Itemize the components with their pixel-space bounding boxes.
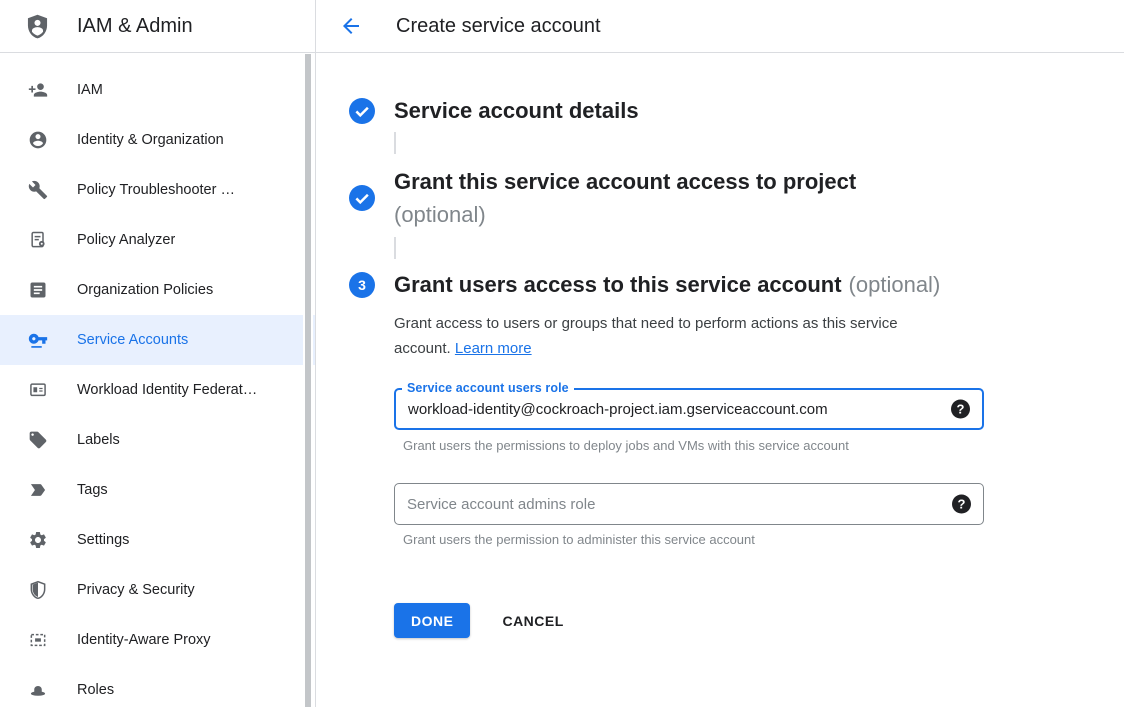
hat-icon [28,680,48,700]
step-description: Grant access to users or groups that nee… [394,311,951,361]
shield-icon [28,580,48,600]
sidebar-item-organization-policies[interactable]: Organization Policies [0,265,315,315]
iam-admin-shield-icon [24,13,51,40]
sidebar-item-policy-analyzer[interactable]: Policy Analyzer [0,215,315,265]
help-icon[interactable]: ? [952,495,971,514]
sidebar-nav: IAM Identity & Organization Policy Troub… [0,53,315,707]
page-header: Create service account [316,0,1124,53]
create-service-account-form: Service account details Grant this servi… [316,53,1124,638]
step-grant-users-access: 3 Grant users access to this service acc… [349,272,1124,638]
tag-arrow-icon [28,480,48,500]
sidebar-item-label: Policy Analyzer [77,232,175,248]
sidebar: IAM & Admin IAM Identity & Organization … [0,0,316,707]
wrench-icon [28,180,48,200]
sidebar-item-privacy-security[interactable]: Privacy & Security [0,565,315,615]
sidebar-scrollbar[interactable] [303,54,313,707]
sidebar-item-label: Workload Identity Federat… [77,382,257,398]
step-title: Service account details [394,98,1034,124]
sidebar-item-label: Privacy & Security [77,582,195,598]
service-account-key-icon [28,330,48,350]
sidebar-item-label: Labels [77,432,120,448]
step-number-badge: 3 [349,272,375,298]
sidebar-item-identity-organization[interactable]: Identity & Organization [0,115,315,165]
sidebar-item-label: Organization Policies [77,282,213,298]
sidebar-item-label: Identity-Aware Proxy [77,632,211,648]
back-button[interactable] [339,14,363,38]
person-add-icon [28,80,48,100]
main-panel: Create service account Service account d… [316,0,1124,707]
step-title: Grant users access to this service accou… [394,272,1034,298]
label-tag-icon [28,430,48,450]
sidebar-item-workload-identity-federation[interactable]: Workload Identity Federat… [0,365,315,415]
sidebar-item-labels[interactable]: Labels [0,415,315,465]
sidebar-item-policy-troubleshooter[interactable]: Policy Troubleshooter … [0,165,315,215]
sidebar-item-label: Roles [77,682,114,698]
users-role-label: Service account users role [402,381,574,395]
help-icon[interactable]: ? [951,400,970,419]
sidebar-item-label: Identity & Organization [77,132,224,148]
sidebar-item-label: Policy Troubleshooter … [77,182,235,198]
badge-card-icon [28,380,48,400]
done-button[interactable]: DONE [394,603,470,638]
cancel-button[interactable]: CANCEL [502,613,563,629]
users-role-input[interactable] [396,390,927,428]
sidebar-item-settings[interactable]: Settings [0,515,315,565]
step-title: Grant this service account access to pro… [394,165,1034,231]
sidebar-item-identity-aware-proxy[interactable]: Identity-Aware Proxy [0,615,315,665]
learn-more-link[interactable]: Learn more [455,340,532,357]
sidebar-item-label: IAM [77,82,103,98]
sidebar-item-roles[interactable]: Roles [0,665,315,707]
sidebar-item-tags[interactable]: Tags [0,465,315,515]
account-circle-icon [28,130,48,150]
sidebar-item-iam[interactable]: IAM [0,65,315,115]
users-role-input-box: Service account users role ? [394,388,984,430]
product-title: IAM & Admin [77,15,193,38]
sidebar-item-service-accounts[interactable]: Service Accounts [0,315,315,365]
iam-admin-console: IAM & Admin IAM Identity & Organization … [0,0,1124,707]
step-optional-label: (optional) [849,272,941,297]
page-title: Create service account [396,15,601,38]
proxy-icon [28,630,48,650]
gear-icon [28,530,48,550]
step-complete-check-icon [349,98,375,124]
sidebar-header: IAM & Admin [0,0,315,53]
step-optional-label: (optional) [394,198,1034,231]
users-role-helper-text: Grant users the permissions to deploy jo… [403,438,984,453]
step-service-account-details: Service account details [349,98,1124,124]
step-grant-access-to-project: Grant this service account access to pro… [349,165,1124,231]
admins-role-input-box: ? [394,483,984,525]
sidebar-item-label: Settings [77,532,129,548]
form-actions: DONE CANCEL [394,603,1124,638]
article-icon [28,280,48,300]
admins-role-field-group: ? Grant users the permission to administ… [394,483,984,547]
users-role-field-group: Service account users role ? Grant users… [394,388,984,453]
admins-role-helper-text: Grant users the permission to administer… [403,532,984,547]
sidebar-item-label: Service Accounts [77,332,188,348]
sidebar-item-label: Tags [77,482,108,498]
admins-role-input[interactable] [395,484,928,524]
step-complete-check-icon [349,185,375,211]
arrow-back-icon [339,14,363,38]
policy-analyzer-icon [28,230,48,250]
stepper-connector [394,237,396,259]
stepper-connector [394,132,396,154]
